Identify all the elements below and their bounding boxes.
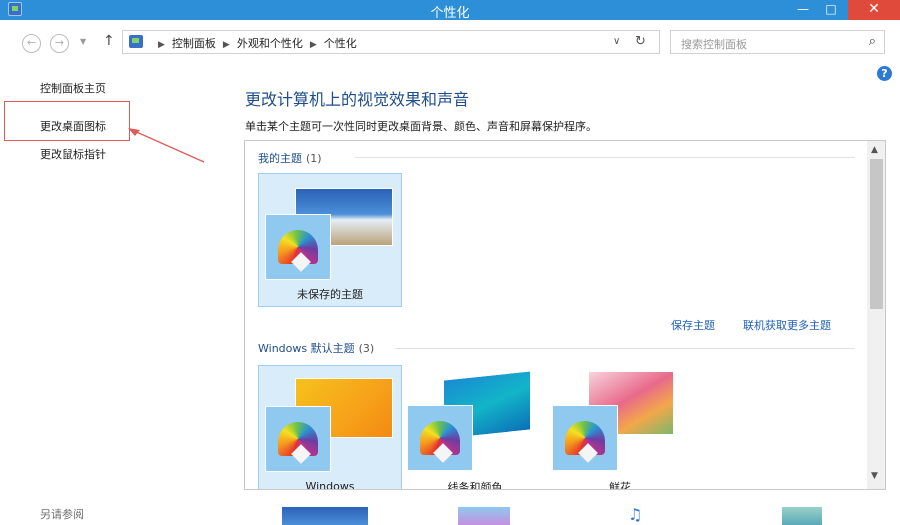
forward-arrow-icon: → <box>54 36 65 49</box>
maximize-button[interactable]: □ <box>818 0 844 20</box>
scroll-thumb[interactable] <box>870 159 883 309</box>
control-panel-icon <box>129 35 143 48</box>
breadcrumb-item-control-panel[interactable]: 控制面板 <box>172 37 216 50</box>
save-theme-link[interactable]: 保存主题 <box>671 317 715 333</box>
help-icon[interactable]: ? <box>877 66 892 81</box>
theme-lines-and-colors[interactable]: 线条和颜色 <box>403 365 547 490</box>
color-palette-icon <box>265 214 331 280</box>
title-bar: 个性化 — □ ✕ <box>0 0 900 21</box>
my-themes-header: 我的主题 (1) <box>258 150 322 166</box>
theme-label: 未保存的主题 <box>297 288 363 301</box>
minimize-button[interactable]: — <box>790 0 816 20</box>
windows-themes-title: Windows 默认主题 <box>258 342 355 355</box>
theme-label: 线条和颜色 <box>447 481 503 490</box>
vertical-scrollbar[interactable]: ▲ ▼ <box>867 141 885 489</box>
color-palette-icon <box>407 405 473 471</box>
up-arrow-icon[interactable]: ↑ <box>103 33 115 49</box>
recent-locations-dropdown[interactable]: ▼ <box>80 37 86 46</box>
my-themes-title: 我的主题 <box>258 152 302 165</box>
theme-flowers[interactable]: 鲜花 <box>548 365 692 490</box>
back-button[interactable]: ← <box>22 34 41 53</box>
color-palette-icon <box>265 406 331 472</box>
control-panel-home-link[interactable]: 控制面板主页 <box>40 80 106 96</box>
page-description: 单击某个主题可一次性同时更改桌面背景、颜色、声音和屏幕保护程序。 <box>245 120 597 133</box>
theme-label: Windows <box>305 480 355 490</box>
windows-themes-count: (3) <box>358 342 375 355</box>
get-more-themes-link[interactable]: 联机获取更多主题 <box>743 317 831 333</box>
breadcrumb-separator[interactable]: ▶ <box>310 40 317 50</box>
desktop-background-thumbnail[interactable] <box>282 507 368 525</box>
scroll-down-icon[interactable]: ▼ <box>871 471 878 481</box>
breadcrumb-item-appearance[interactable]: 外观和个性化 <box>237 37 303 50</box>
close-button[interactable]: ✕ <box>848 0 900 20</box>
change-mouse-pointer-link[interactable]: 更改鼠标指针 <box>40 146 106 162</box>
address-dropdown-icon[interactable]: ∨ <box>613 36 620 47</box>
search-placeholder: 搜索控制面板 <box>681 38 747 51</box>
screensaver-thumbnail[interactable] <box>782 507 822 525</box>
annotation-highlight-box <box>4 101 130 141</box>
theme-list-panel[interactable]: 我的主题 (1) 未保存的主题 保存主题 联机获取更多主题 Windows 默认主… <box>244 140 886 490</box>
color-thumbnail[interactable] <box>458 507 510 525</box>
windows-themes-header: Windows 默认主题 (3) <box>258 340 374 356</box>
see-also-label: 另请参阅 <box>40 508 84 521</box>
breadcrumb-separator[interactable]: ▶ <box>158 40 165 50</box>
breadcrumb-item-personalization[interactable]: 个性化 <box>324 37 357 50</box>
breadcrumb: ▶ 控制面板 ▶ 外观和个性化 ▶ 个性化 <box>151 35 357 51</box>
divider <box>355 157 855 158</box>
search-icon[interactable]: ⌕ <box>869 34 876 49</box>
address-row: ← → ▼ ↑ ▶ 控制面板 ▶ 外观和个性化 ▶ 个性化 ∨ ↻ 搜索控制面板 ⌕ <box>0 20 900 66</box>
forward-button[interactable]: → <box>50 34 69 53</box>
annotation-arrow <box>128 128 205 163</box>
theme-label: 鲜花 <box>609 481 631 490</box>
scroll-up-icon[interactable]: ▲ <box>871 145 878 155</box>
search-input[interactable]: 搜索控制面板 ⌕ <box>670 30 885 54</box>
color-palette-icon <box>552 405 618 471</box>
page-title: 更改计算机上的视觉效果和声音 <box>245 90 470 109</box>
my-themes-count: (1) <box>306 152 322 165</box>
breadcrumb-separator[interactable]: ▶ <box>223 40 230 50</box>
divider <box>395 348 855 349</box>
theme-windows[interactable]: Windows <box>258 365 402 490</box>
refresh-icon[interactable]: ↻ <box>635 34 646 49</box>
window-title: 个性化 <box>430 6 470 21</box>
sounds-thumbnail[interactable]: ♫ <box>628 507 672 525</box>
address-bar[interactable]: ▶ 控制面板 ▶ 外观和个性化 ▶ 个性化 ∨ ↻ <box>122 30 660 54</box>
theme-unsaved[interactable]: 未保存的主题 <box>258 173 402 307</box>
back-arrow-icon: ← <box>26 36 37 49</box>
